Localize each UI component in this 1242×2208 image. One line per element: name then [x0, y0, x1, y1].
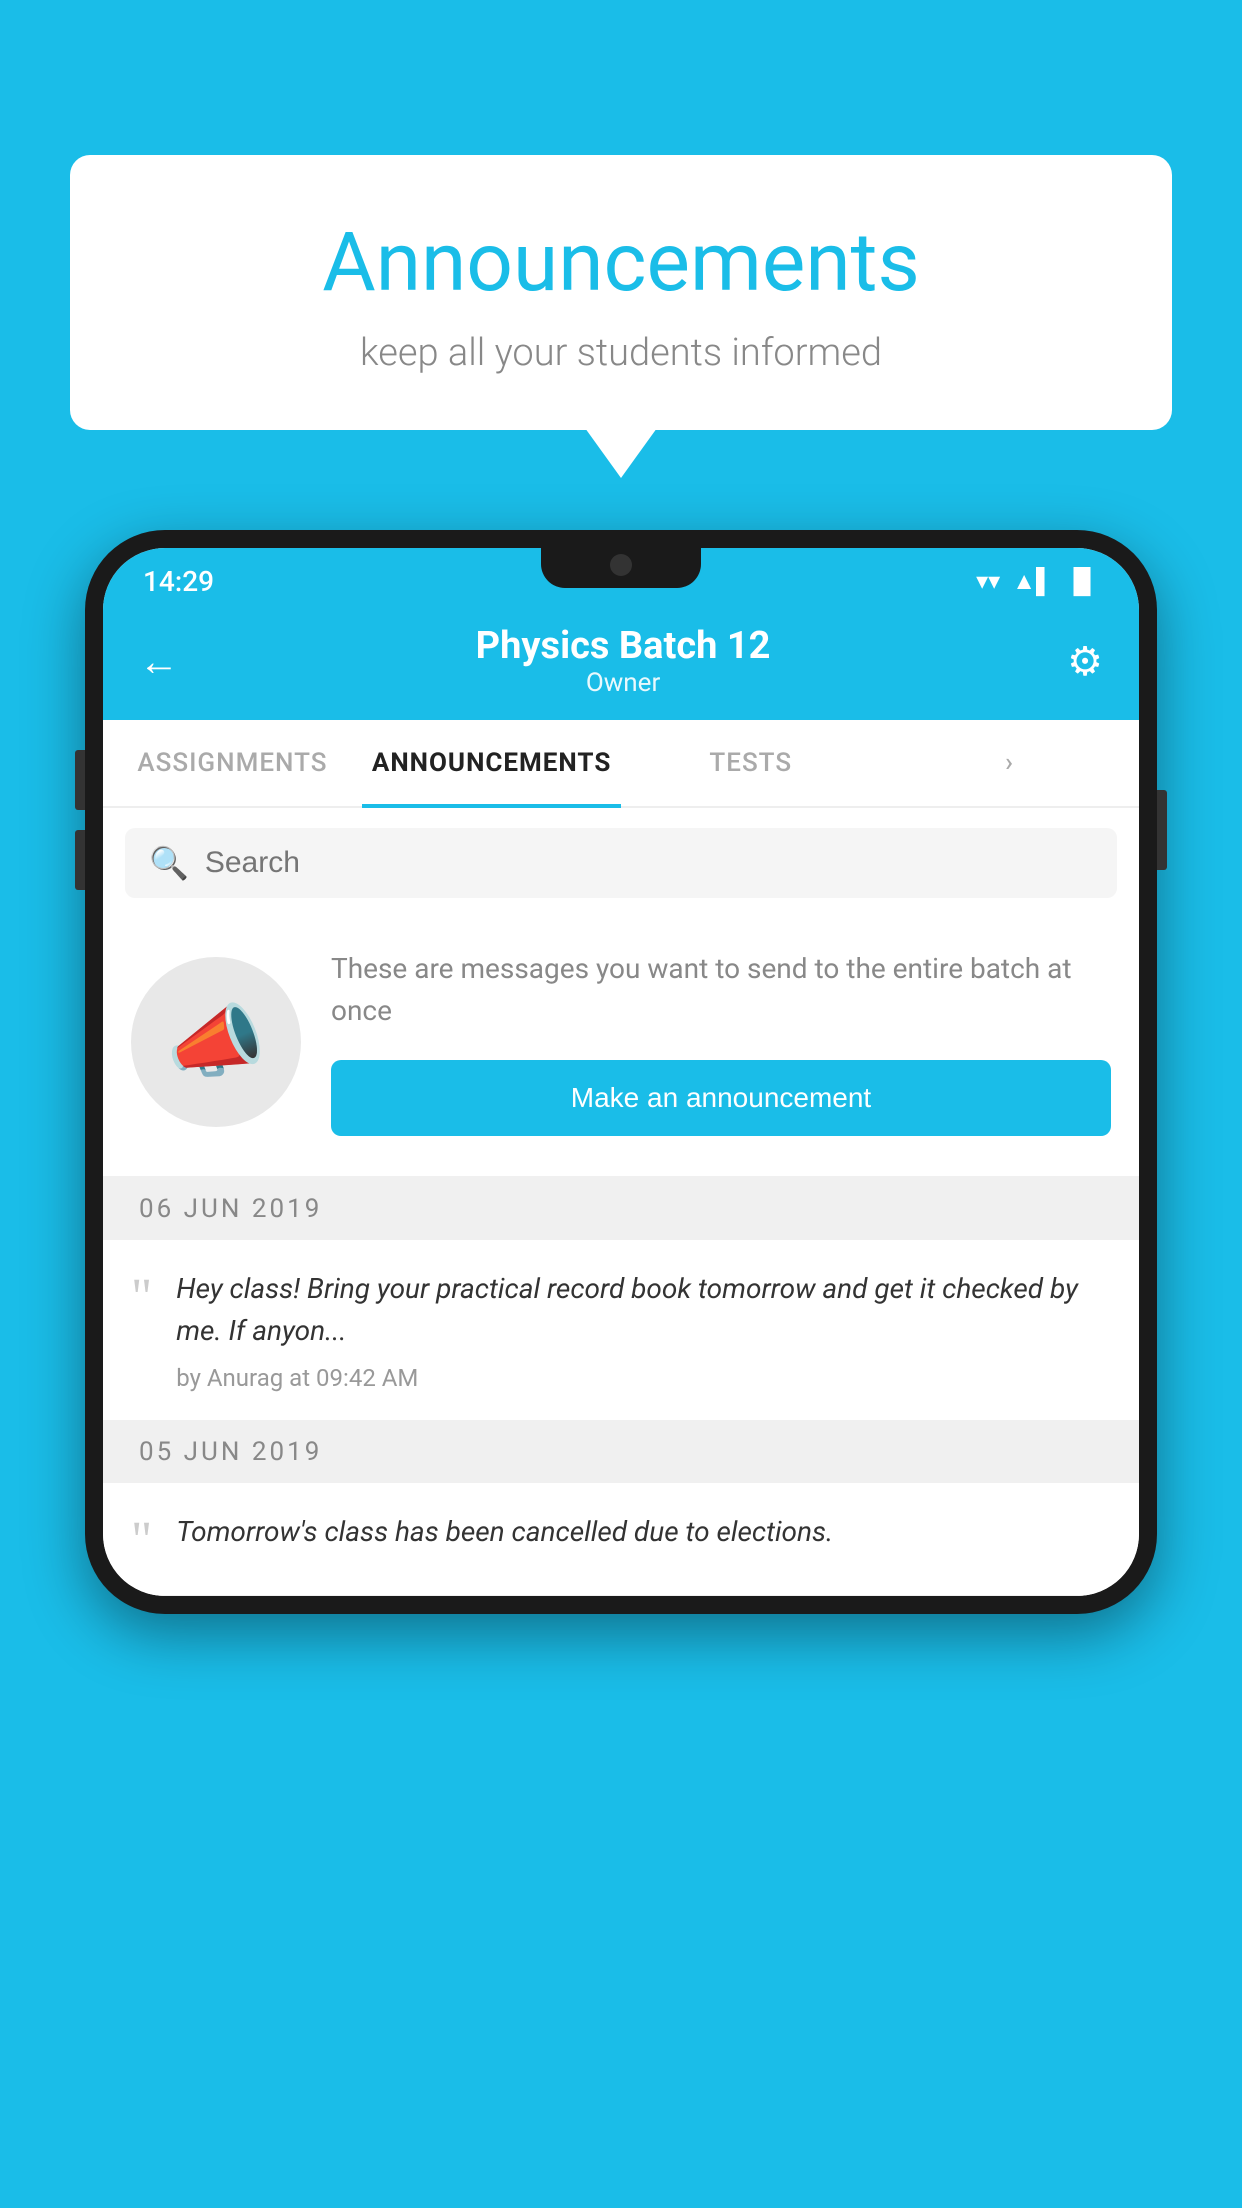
phone-wrapper: 14:29 ▾▾ ▲▌ ▐▌ ← Physics Batch 12 Owner …: [85, 530, 1157, 1614]
make-announcement-button[interactable]: Make an announcement: [331, 1060, 1111, 1136]
search-bar[interactable]: 🔍: [125, 828, 1117, 898]
announcement-text-2: Tomorrow's class has been cancelled due …: [176, 1511, 833, 1553]
bubble-subtitle: keep all your students informed: [120, 331, 1122, 375]
power-button[interactable]: [1157, 790, 1167, 870]
prompt-right: These are messages you want to send to t…: [331, 948, 1111, 1136]
search-input[interactable]: [205, 846, 1093, 880]
app-header: ← Physics Batch 12 Owner ⚙: [103, 606, 1139, 720]
megaphone-circle: 📣: [131, 957, 301, 1127]
tabs-bar: ASSIGNMENTS ANNOUNCEMENTS TESTS ›: [103, 720, 1139, 808]
volume-up-button[interactable]: [75, 750, 85, 810]
announcement-content-2: Tomorrow's class has been cancelled due …: [176, 1511, 833, 1565]
tab-more[interactable]: ›: [880, 720, 1139, 806]
header-center: Physics Batch 12 Owner: [476, 624, 771, 698]
bubble-title: Announcements: [120, 215, 1122, 311]
batch-title: Physics Batch 12: [476, 624, 771, 668]
search-icon: 🔍: [149, 844, 189, 882]
date-separator-2: 05 JUN 2019: [103, 1421, 1139, 1483]
volume-down-button[interactable]: [75, 830, 85, 890]
announcement-item-1[interactable]: " Hey class! Bring your practical record…: [103, 1240, 1139, 1421]
phone-camera: [610, 554, 632, 576]
batch-subtitle: Owner: [476, 668, 771, 698]
quote-icon-2: ": [131, 1515, 152, 1567]
announcement-meta-1: by Anurag at 09:42 AM: [176, 1364, 1111, 1392]
tab-tests[interactable]: TESTS: [621, 720, 880, 806]
speech-bubble-container: Announcements keep all your students inf…: [70, 155, 1172, 430]
tab-assignments[interactable]: ASSIGNMENTS: [103, 720, 362, 806]
speech-bubble: Announcements keep all your students inf…: [70, 155, 1172, 430]
status-time: 14:29: [143, 565, 214, 598]
date-label-2: 05 JUN 2019: [139, 1437, 322, 1467]
date-label-1: 06 JUN 2019: [139, 1194, 322, 1224]
battery-icon: ▐▌: [1065, 567, 1099, 596]
announcement-prompt: 📣 These are messages you want to send to…: [103, 918, 1139, 1178]
announcement-item-2[interactable]: " Tomorrow's class has been cancelled du…: [103, 1483, 1139, 1596]
quote-icon-1: ": [131, 1272, 152, 1324]
date-separator-1: 06 JUN 2019: [103, 1178, 1139, 1240]
wifi-icon: ▾▾: [976, 567, 1000, 595]
phone-screen: 14:29 ▾▾ ▲▌ ▐▌ ← Physics Batch 12 Owner …: [103, 548, 1139, 1596]
status-icons: ▾▾ ▲▌ ▐▌: [976, 567, 1099, 596]
signal-icon: ▲▌: [1012, 567, 1053, 596]
announcement-text-1: Hey class! Bring your practical record b…: [176, 1268, 1111, 1352]
tab-announcements[interactable]: ANNOUNCEMENTS: [362, 720, 621, 806]
back-arrow-icon[interactable]: ←: [139, 638, 179, 685]
announcement-content-1: Hey class! Bring your practical record b…: [176, 1268, 1111, 1392]
prompt-description: These are messages you want to send to t…: [331, 948, 1111, 1032]
phone-device: 14:29 ▾▾ ▲▌ ▐▌ ← Physics Batch 12 Owner …: [85, 530, 1157, 1614]
settings-icon[interactable]: ⚙: [1067, 638, 1103, 685]
megaphone-icon: 📣: [166, 995, 266, 1089]
